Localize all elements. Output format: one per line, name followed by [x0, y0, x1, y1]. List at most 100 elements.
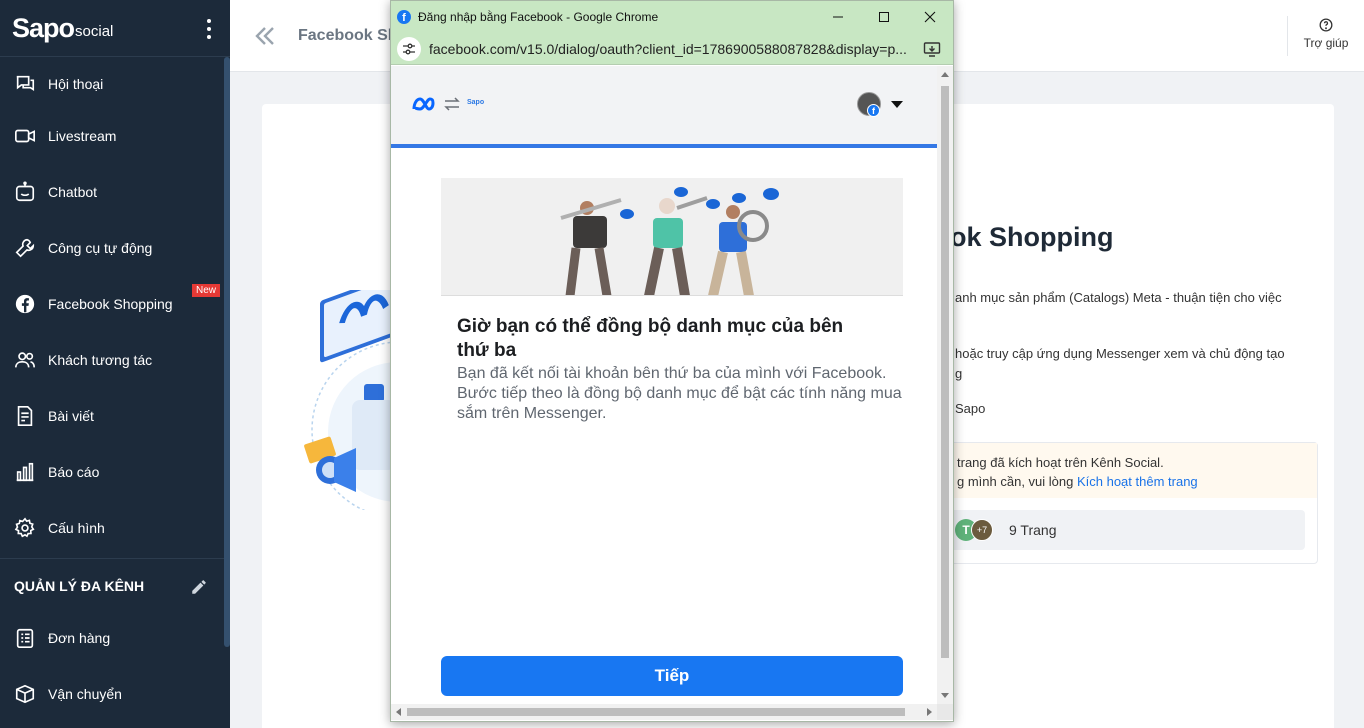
- section-title: QUẢN LÝ ĐA KÊNH: [14, 578, 145, 594]
- facebook-badge-icon: f: [867, 104, 880, 117]
- sidebar-item-label: Hội thoại: [48, 76, 104, 92]
- feature-description-3: Sapo: [955, 401, 986, 416]
- activation-notice: trang đã kích hoạt trên Kênh Social. g m…: [933, 443, 1317, 498]
- header-divider: [1287, 16, 1288, 56]
- dialog-title: Giờ bạn có thể đồng bộ danh mục của bên …: [457, 316, 844, 361]
- sidebar-item-posts[interactable]: Bài viết: [0, 396, 224, 436]
- sidebar-item-facebook-shopping[interactable]: Facebook Shopping New: [0, 284, 224, 324]
- vertical-scroll-thumb[interactable]: [941, 86, 949, 658]
- sidebar-item-label: Cấu hình: [48, 520, 105, 536]
- dialog-body: Bạn đã kết nối tài khoản bên thứ ba của …: [457, 365, 902, 422]
- feature-description-2: hoặc truy cập ứng dụng Messenger xem và …: [955, 346, 1285, 361]
- question-circle-icon: [1319, 18, 1333, 32]
- sync-arrows-icon: [444, 97, 460, 111]
- app-mini-logo: Sapo: [467, 99, 485, 106]
- sidebar-item-orders[interactable]: Đơn hàng: [0, 618, 224, 658]
- sidebar-item-label: Chatbot: [48, 184, 98, 200]
- sidebar-item-label: Facebook Shopping: [48, 296, 173, 312]
- scroll-right-icon[interactable]: [927, 708, 932, 716]
- url-text[interactable]: facebook.com/v15.0/dialog/oauth?client_i…: [429, 41, 913, 57]
- sidebar-item-label: Đơn hàng: [48, 630, 111, 646]
- sidebar-item-conversations[interactable]: Hội thoại: [0, 64, 224, 104]
- page-avatar-more: +7: [971, 519, 993, 541]
- pages-row[interactable]: T +7 9 Trang: [945, 510, 1305, 550]
- feature-description-2b: g: [955, 366, 963, 381]
- horizontal-scrollbar[interactable]: [391, 704, 937, 720]
- users-icon: [15, 352, 35, 368]
- logo[interactable]: Sapo: [12, 13, 75, 44]
- sidebar-scrollbar[interactable]: [224, 57, 230, 647]
- window-title: Đăng nhập bằng Facebook - Google Chrome: [418, 10, 659, 24]
- chatbot-icon: [15, 181, 35, 202]
- maximize-icon: [879, 12, 889, 22]
- shipping-icon: [15, 684, 35, 704]
- scroll-up-icon[interactable]: [941, 72, 949, 77]
- gear-icon: [14, 517, 35, 538]
- sidebar: Sapo social Hội thoại Livestream Chatbot…: [0, 0, 230, 728]
- address-bar: facebook.com/v15.0/dialog/oauth?client_i…: [391, 33, 953, 65]
- horizontal-scroll-thumb[interactable]: [407, 708, 905, 716]
- minimize-button[interactable]: [815, 1, 861, 33]
- help-button[interactable]: Trợ giúp: [1300, 18, 1352, 50]
- meta-logo-icon: [412, 97, 435, 111]
- chat-bubbles-icon: [16, 75, 35, 92]
- caret-down-icon[interactable]: [891, 101, 903, 108]
- video-camera-icon: [15, 129, 35, 143]
- minimize-icon: [833, 16, 843, 18]
- sidebar-item-reports[interactable]: Báo cáo: [0, 452, 224, 492]
- activate-more-pages-link[interactable]: Kích hoạt thêm trang: [1077, 474, 1198, 489]
- vertical-scrollbar[interactable]: [937, 66, 953, 704]
- notice-line-1: trang đã kích hoạt trên Kênh Social.: [957, 455, 1164, 470]
- install-app-icon[interactable]: [923, 40, 941, 58]
- next-button[interactable]: Tiếp: [441, 656, 903, 696]
- sidebar-item-settings[interactable]: Cấu hình: [0, 508, 224, 548]
- musicians-illustration: [441, 178, 903, 295]
- facebook-favicon: f: [397, 10, 411, 24]
- close-icon: [924, 11, 936, 23]
- dialog-progress-bar: [391, 144, 937, 148]
- document-edit-icon: [17, 406, 33, 426]
- facebook-shopping-illustration: [304, 290, 400, 510]
- notice-text: g mình cần, vui lòng: [957, 474, 1077, 489]
- sidebar-item-automation[interactable]: Công cụ tự động: [0, 228, 224, 268]
- sidebar-item-label: Bài viết: [48, 408, 94, 424]
- order-list-icon: [16, 628, 34, 648]
- sidebar-item-label: Công cụ tự động: [48, 240, 153, 256]
- collapse-sidebar-icon[interactable]: [254, 24, 276, 48]
- maximize-button[interactable]: [861, 1, 907, 33]
- sidebar-item-label: Vận chuyển: [48, 686, 122, 702]
- pencil-icon[interactable]: [190, 578, 208, 596]
- sidebar-item-customers[interactable]: Khách tương tác: [0, 340, 224, 380]
- sidebar-item-label: Khách tương tác: [48, 352, 153, 368]
- notice-line-2: g mình cần, vui lòng Kích hoạt thêm tran…: [957, 472, 1317, 491]
- sidebar-item-shipping[interactable]: Vận chuyển: [0, 674, 224, 714]
- dialog-progress-fill: [391, 144, 937, 148]
- scroll-left-icon[interactable]: [396, 708, 401, 716]
- more-menu-icon[interactable]: [206, 19, 212, 39]
- dialog-header: Sapo f: [391, 66, 937, 144]
- new-badge: New: [191, 284, 220, 297]
- scroll-down-icon[interactable]: [941, 693, 949, 698]
- sidebar-item-livestream[interactable]: Livestream: [0, 116, 224, 156]
- close-button[interactable]: [907, 1, 953, 33]
- feature-description-1: anh mục sản phẩm (Catalogs) Meta - thuận…: [955, 290, 1282, 305]
- pages-count: 9 Trang: [1009, 522, 1057, 538]
- tune-icon: [403, 43, 415, 54]
- scrollbar-corner: [937, 704, 953, 720]
- chrome-popup-window: f Đăng nhập bằng Facebook - Google Chrom…: [390, 0, 954, 722]
- logo-bar: Sapo social: [0, 0, 230, 57]
- facebook-icon: [15, 294, 35, 314]
- app-root: Sapo social Hội thoại Livestream Chatbot…: [0, 0, 1364, 728]
- hero-illustration: [441, 178, 903, 296]
- facebook-dialog-content: Sapo f Giờ bạn có thể đồng bộ danh mục c…: [391, 66, 937, 704]
- sidebar-item-label: Livestream: [48, 128, 117, 144]
- bar-chart-icon: [16, 462, 34, 482]
- site-info-button[interactable]: [397, 36, 421, 61]
- section-divider: [0, 558, 224, 559]
- help-label: Trợ giúp: [1303, 36, 1349, 50]
- pages-info-box: trang đã kích hoạt trên Kênh Social. g m…: [932, 442, 1318, 564]
- window-titlebar[interactable]: f Đăng nhập bằng Facebook - Google Chrom…: [391, 1, 953, 33]
- sidebar-item-label: Báo cáo: [48, 464, 100, 480]
- sidebar-item-chatbot[interactable]: Chatbot: [0, 172, 224, 212]
- wrench-icon: [15, 238, 35, 258]
